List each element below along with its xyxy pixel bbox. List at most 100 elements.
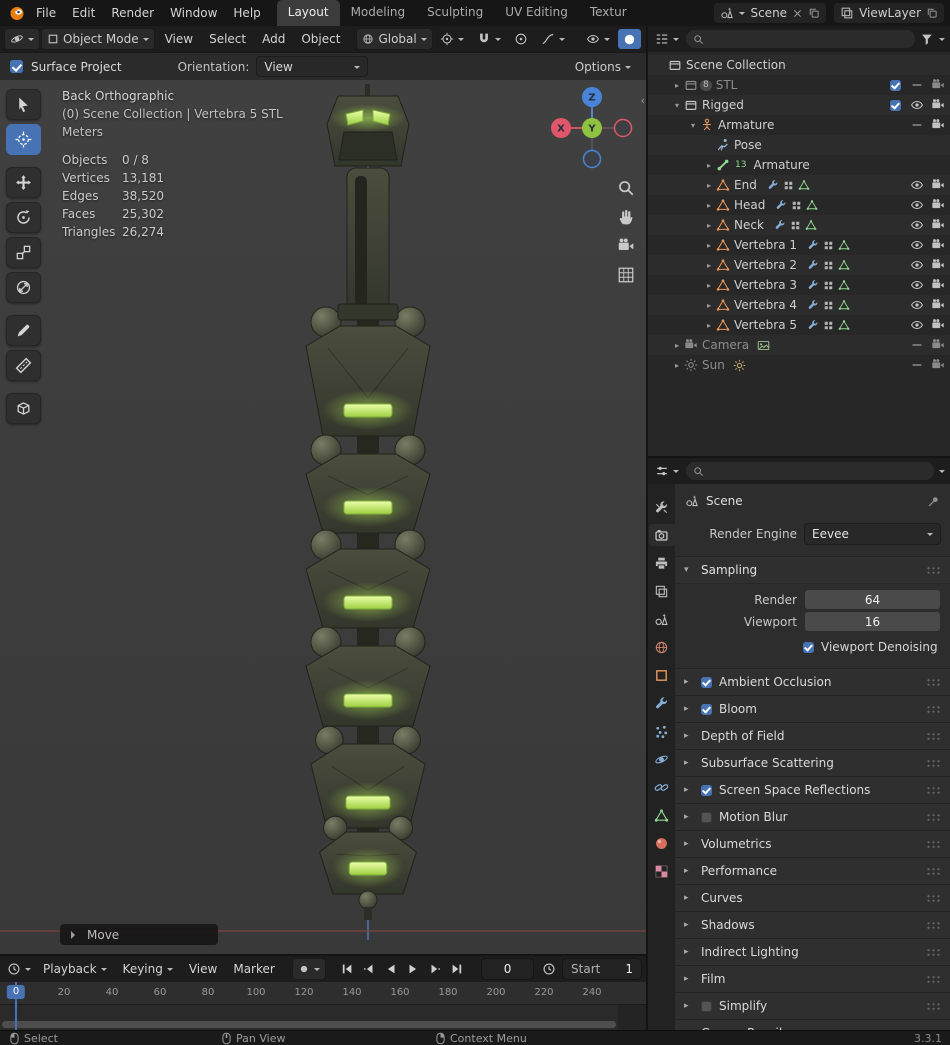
properties-search-input[interactable] — [708, 463, 927, 479]
outliner-editor-button[interactable] — [653, 29, 681, 49]
cursor-orientation-dropdown[interactable]: View — [257, 57, 367, 76]
expander-icon[interactable]: ▸ — [702, 161, 716, 170]
menu-window[interactable]: Window — [162, 0, 225, 26]
section-depth-of-field[interactable]: ▸Depth of Field — [675, 722, 950, 749]
hide-viewport-eye-icon[interactable] — [910, 198, 924, 212]
expander-icon[interactable]: ▸ — [702, 321, 716, 330]
viewport-menu-add[interactable]: Add — [254, 26, 293, 52]
expander-icon[interactable]: ▸ — [702, 181, 716, 190]
jump-to-start-button[interactable] — [337, 959, 358, 979]
chevron-down-icon[interactable] — [939, 38, 945, 44]
expander-icon[interactable]: ▸ — [702, 261, 716, 270]
hidden-dash-icon[interactable] — [910, 338, 924, 352]
new-viewlayer-icon[interactable] — [926, 7, 938, 19]
section-checkbox[interactable] — [701, 1001, 712, 1012]
surface-project-checkbox[interactable] — [10, 60, 23, 73]
timeline-menu-keying[interactable]: Keying — [115, 956, 181, 982]
chevron-down-icon[interactable] — [939, 470, 945, 476]
outliner-row-armature[interactable]: ▾Armature — [648, 115, 950, 135]
properties-tab-physics[interactable] — [649, 748, 675, 770]
hide-viewport-eye-icon[interactable] — [910, 318, 924, 332]
properties-tab-output[interactable] — [649, 552, 675, 574]
operator-panel-move[interactable]: Move — [60, 924, 218, 945]
section-motion-blur[interactable]: ▸Motion Blur — [675, 803, 950, 830]
disable-render-camera-icon[interactable] — [931, 98, 945, 112]
workspace-tab-textur[interactable]: Textur — [579, 0, 638, 26]
section-ambient-occlusion[interactable]: ▸Ambient Occlusion — [675, 668, 950, 695]
expander-icon[interactable]: ▸ — [702, 281, 716, 290]
section-volumetrics[interactable]: ▸Volumetrics — [675, 830, 950, 857]
sampling-viewport-field[interactable]: 16 — [805, 612, 940, 631]
outliner-row-scene-collection[interactable]: Scene Collection — [648, 55, 950, 75]
tool-move[interactable] — [6, 167, 41, 198]
section-performance[interactable]: ▸Performance — [675, 857, 950, 884]
hide-viewport-eye-icon[interactable] — [910, 218, 924, 232]
transform-orientation-dropdown[interactable]: Global — [357, 29, 431, 49]
expander-icon[interactable]: ▸ — [702, 201, 716, 210]
outliner-row-stl[interactable]: ▸8STL — [648, 75, 950, 95]
hide-viewport-eye-icon[interactable] — [910, 98, 924, 112]
section-grease-pencil[interactable]: ▸Grease Pencil — [675, 1019, 950, 1030]
mode-dropdown[interactable]: Object Mode — [42, 29, 154, 49]
hide-viewport-eye-icon[interactable] — [910, 278, 924, 292]
section-indirect-lighting[interactable]: ▸Indirect Lighting — [675, 938, 950, 965]
proportional-falloff-dropdown[interactable] — [536, 29, 570, 49]
hidden-dash-icon[interactable] — [910, 118, 924, 132]
hidden-dash-icon[interactable] — [910, 78, 924, 92]
workspace-tab-uv-editing[interactable]: UV Editing — [494, 0, 579, 26]
disable-render-camera-icon[interactable] — [931, 178, 945, 192]
outliner-row-vertebra-3[interactable]: ▸Vertebra 3 — [648, 275, 950, 295]
blender-logo-icon[interactable] — [8, 4, 26, 22]
expander-icon[interactable]: ▾ — [670, 101, 684, 110]
viewport-menu-view[interactable]: View — [157, 26, 201, 52]
sampling-panel-header[interactable]: ▾ Sampling — [675, 557, 950, 584]
disable-render-camera-icon[interactable] — [931, 238, 945, 252]
preview-range-clock-button[interactable] — [541, 959, 557, 979]
section-checkbox[interactable] — [701, 812, 712, 823]
hide-viewport-eye-icon[interactable] — [910, 238, 924, 252]
properties-search[interactable] — [686, 462, 934, 480]
disable-render-camera-icon[interactable] — [931, 298, 945, 312]
hide-viewport-eye-icon[interactable] — [910, 258, 924, 272]
expander-icon[interactable]: ▾ — [686, 121, 700, 130]
expander-icon[interactable]: ▸ — [702, 221, 716, 230]
render-engine-dropdown[interactable]: Eevee — [805, 524, 940, 544]
hide-viewport-eye-icon[interactable] — [910, 298, 924, 312]
outliner-row-head[interactable]: ▸Head — [648, 195, 950, 215]
next-keyframe-button[interactable] — [425, 959, 446, 979]
pin-icon[interactable] — [927, 495, 940, 508]
disable-render-camera-icon[interactable] — [931, 118, 945, 132]
section-bloom[interactable]: ▸Bloom — [675, 695, 950, 722]
hide-viewport-eye-icon[interactable] — [910, 178, 924, 192]
frame-start-field[interactable]: Start 1 — [563, 959, 641, 979]
navigation-gizmo[interactable]: ZXY — [548, 84, 636, 172]
expander-icon[interactable]: ▸ — [670, 361, 684, 370]
scene-selector[interactable]: Scene — [714, 3, 826, 23]
outliner-row-vertebra-4[interactable]: ▸Vertebra 4 — [648, 295, 950, 315]
outliner-row-pose[interactable]: Pose — [648, 135, 950, 155]
timeline-menu-view[interactable]: View — [181, 956, 225, 982]
outliner-search[interactable] — [686, 30, 915, 48]
sidebar-collapse-arrow[interactable]: ‹ — [641, 94, 645, 107]
shading-solid-button[interactable] — [618, 29, 641, 49]
menu-edit[interactable]: Edit — [64, 0, 103, 26]
section-film[interactable]: ▸Film — [675, 965, 950, 992]
workspace-tab-layout[interactable]: Layout — [277, 0, 340, 26]
tool-cursor[interactable] — [6, 124, 41, 155]
toggle-grid-icon[interactable] — [617, 266, 635, 284]
outliner-row-armature[interactable]: ▸13Armature — [648, 155, 950, 175]
zoom-icon[interactable] — [617, 179, 635, 197]
menu-file[interactable]: File — [28, 0, 64, 26]
overlays-dropdown[interactable] — [581, 29, 615, 49]
properties-tab-particles[interactable] — [649, 720, 675, 742]
viewlayer-selector[interactable]: ViewLayer — [834, 3, 944, 23]
properties-tab-world[interactable] — [649, 636, 675, 658]
section-checkbox[interactable] — [701, 785, 712, 796]
exclude-checkbox[interactable] — [890, 100, 901, 111]
outliner-row-vertebra-2[interactable]: ▸Vertebra 2 — [648, 255, 950, 275]
section-screen-space-reflections[interactable]: ▸Screen Space Reflections — [675, 776, 950, 803]
workspace-tab-sculpting[interactable]: Sculpting — [416, 0, 494, 26]
section-curves[interactable]: ▸Curves — [675, 884, 950, 911]
outliner-row-rigged[interactable]: ▾Rigged — [648, 95, 950, 115]
new-scene-icon[interactable] — [808, 7, 820, 19]
